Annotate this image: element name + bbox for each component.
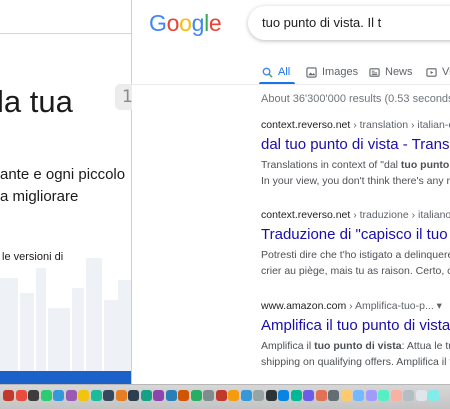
result-snippet-line: crier au piège, mais tu as raison. Certo… [261,265,450,277]
result-domain: context.reverso.net [261,209,351,221]
left-paragraph-line-2: a migliorare [0,188,79,205]
dock-app-icon[interactable] [215,390,227,401]
dock-app-icon[interactable] [203,390,214,401]
result-snippet: Amplifica il tuo punto di vista: Attua l… [261,338,450,370]
result-path: › translation › italian-en [350,119,450,131]
google-logo-letter: o [179,10,192,36]
google-logo[interactable]: Google [149,10,222,37]
google-logo-letter: G [149,10,167,36]
dock-app-icon[interactable] [303,390,314,401]
result-snippet-line: In your view, you don't think there's an… [261,175,450,187]
dock-app-icon[interactable] [28,390,39,401]
dock-app-icon[interactable] [15,390,27,401]
search-result: www.amazon.com › Amplifica-tuo-p... ▾ Am… [261,300,450,370]
dock-app-icon[interactable] [65,390,77,401]
dock-app-icon[interactable] [53,390,64,401]
dock-app-icon[interactable] [128,390,139,401]
snippet-bold-text: tuo punto d [400,159,450,171]
result-snippet: Translations in context of "dal tuo punt… [261,157,450,189]
result-stats: About 36'300'000 results (0.53 seconds) [261,93,450,105]
image-icon [306,66,317,78]
dock-app-icon[interactable] [253,390,264,401]
dock-app-icon[interactable] [78,390,89,401]
result-url[interactable]: context.reverso.net › translation › ital… [261,119,450,131]
dock-app-icon[interactable] [390,390,402,401]
result-snippet-line: Amplifica il tuo punto di vista: Attua l… [261,338,450,354]
result-snippet-line: shipping on qualifying offers. Amplifica… [261,356,450,368]
dock-app-icon[interactable] [103,390,114,401]
dock-app-icon[interactable] [228,390,239,401]
result-domain: context.reverso.net [261,119,351,131]
result-url[interactable]: www.amazon.com › Amplifica-tuo-p... ▾ [261,300,450,312]
google-search-window: Google tuo punto di vista. Il t All Imag… [132,0,450,384]
tab-videos[interactable]: Vi [426,60,450,84]
left-paragraph-line-1: ante e ogni piccolo [0,166,126,183]
search-box[interactable]: tuo punto di vista. Il t [248,6,450,40]
snippet-text: Amplifica il [261,340,315,352]
result-title-link[interactable]: Traduzione di "capisco il tuo p [261,226,450,243]
tab-images-label: Images [322,66,359,78]
result-domain: www.amazon.com [261,300,347,312]
blue-footer-bar [0,371,131,384]
search-result: context.reverso.net › traduzione › itali… [261,209,450,279]
tabs-divider [132,84,450,85]
news-icon [369,67,380,77]
result-path: › Amplifica-tuo-p... ▾ [346,300,442,312]
dock-app-icon[interactable] [378,390,389,401]
snippet-text: : Attua le tu [401,340,450,352]
dock-app-icon[interactable] [165,390,177,401]
dock-app-icon[interactable] [3,390,14,401]
result-title-link[interactable]: Amplifica il tuo punto di vista: [261,317,450,334]
tab-images[interactable]: Images [306,60,358,84]
dock-app-icon[interactable] [290,390,302,401]
tab-news-label: News [385,66,413,78]
tab-news[interactable]: News [369,60,413,84]
google-logo-letter: e [208,10,222,36]
dock-app-icon[interactable] [240,390,252,401]
tab-all-label: All [278,66,291,78]
tab-videos-label: Vi [442,66,450,78]
search-input[interactable]: tuo punto di vista. Il t [262,15,381,30]
dock-app-icon[interactable] [328,390,339,401]
result-snippet-line: Potresti dire che t'ho istigato a delinq… [261,249,450,261]
dock-app-icon[interactable] [340,390,352,401]
dock-app-icon[interactable] [265,390,277,401]
dock-app-icon[interactable] [315,390,327,401]
snippet-bold-text: tuo punto di vista [314,340,402,352]
result-snippet: Potresti dire che t'ho istigato a delinq… [261,247,450,279]
result-title-link[interactable]: dal tuo punto di vista - Transla [261,136,450,153]
search-icon [262,67,273,78]
google-logo-letter: o [166,10,180,36]
dock-app-icon[interactable] [415,390,427,401]
result-snippet-line: Translations in context of "dal tuo punt… [261,157,450,173]
dock-app-icon[interactable] [278,390,289,401]
left-page-heading: la tua [0,84,73,119]
google-logo-letter: g [191,10,205,36]
dock-app-icon[interactable] [403,390,414,401]
dock-app-icon[interactable] [153,390,164,401]
dock-app-icon[interactable] [365,390,377,401]
dock-app-icon[interactable] [428,390,439,401]
dock-app-icon[interactable] [90,390,102,401]
search-result: context.reverso.net › translation › ital… [261,119,450,189]
snippet-text: Translations in context of "dal [261,159,401,171]
result-url[interactable]: context.reverso.net › traduzione › itali… [261,209,450,221]
left-small-text: le versioni di [2,251,64,263]
toolbar-divider [0,33,131,34]
result-path: › traduzione › italiano- [350,209,450,221]
video-icon [426,67,437,77]
dock-app-icon[interactable] [115,390,127,401]
dock-app-icon[interactable] [178,390,189,401]
left-window: la tua ante e ogni piccolo a migliorare … [0,0,132,384]
dock-app-icon[interactable] [140,390,152,401]
tab-all[interactable]: All [262,60,290,84]
dock-app-icon[interactable] [190,390,202,401]
dock-app-icon[interactable] [353,390,364,401]
dock [0,384,450,409]
dock-app-icon[interactable] [40,390,52,401]
